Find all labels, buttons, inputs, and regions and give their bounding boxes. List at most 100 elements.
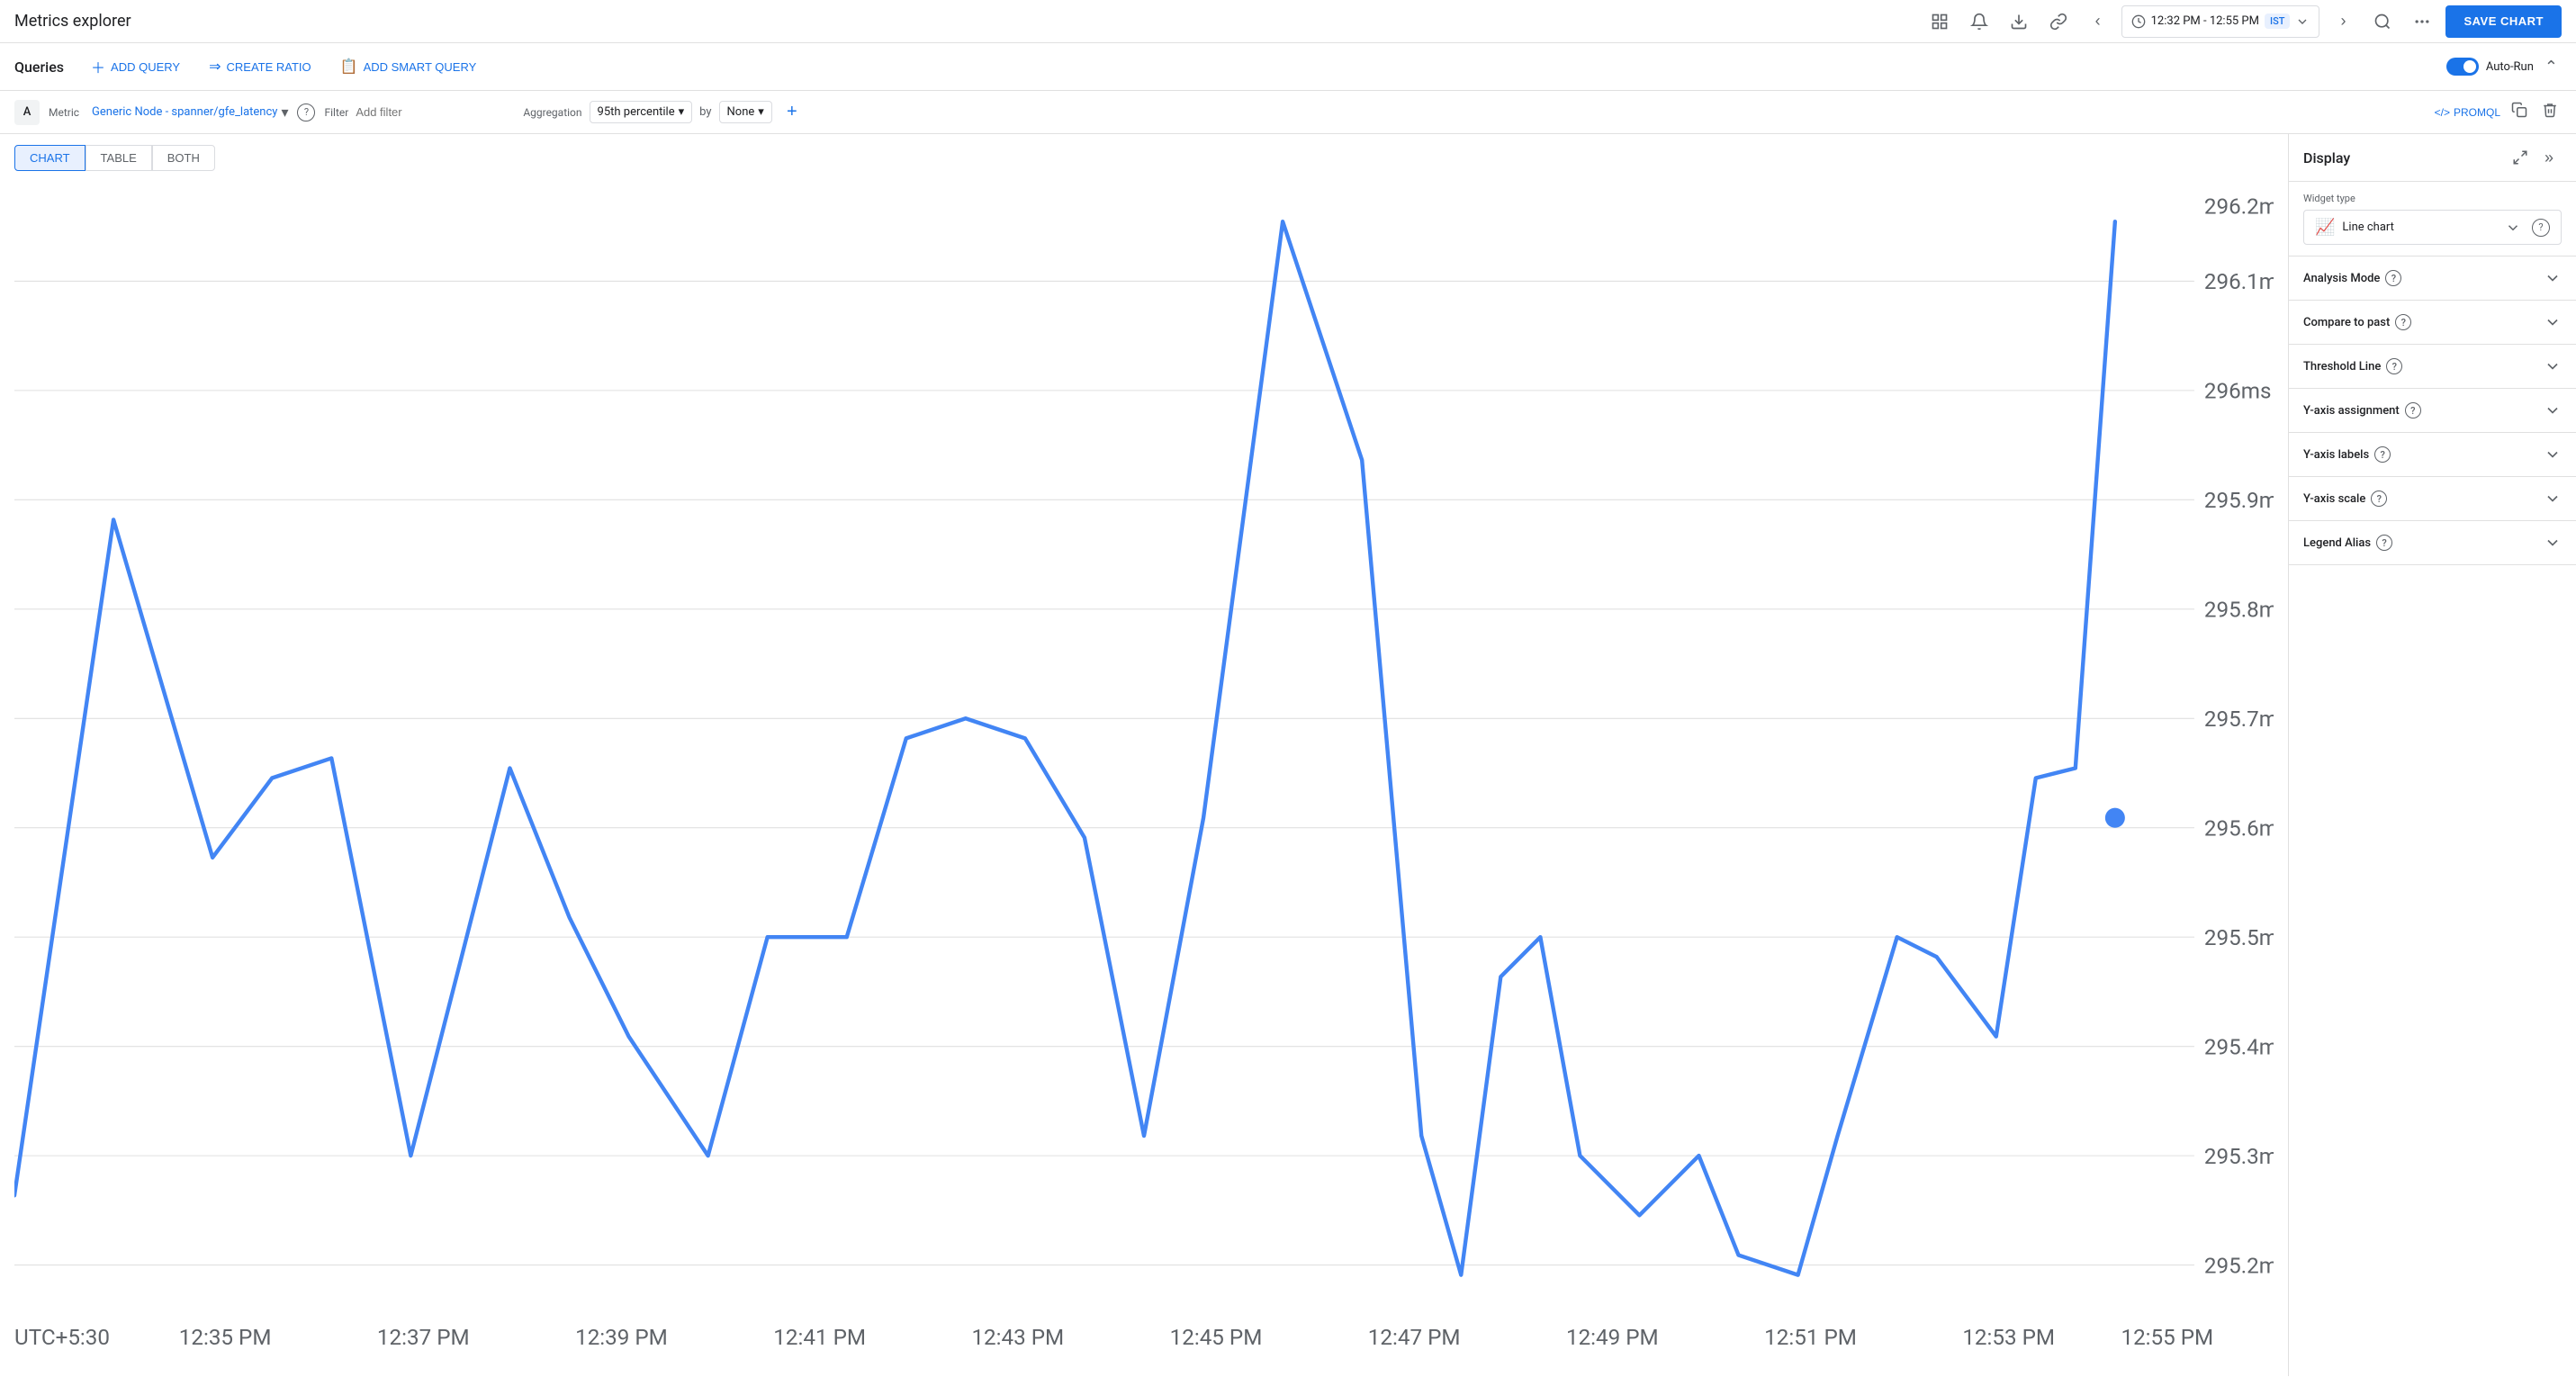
- next-btn[interactable]: ›: [2327, 5, 2359, 38]
- save-chart-button[interactable]: SAVE CHART: [2445, 5, 2562, 38]
- aggregation-section: Aggregation 95th percentile ▾ by None ▾ …: [523, 100, 805, 125]
- smart-query-icon: 📋: [340, 58, 358, 76]
- y-axis-assignment-help-icon[interactable]: ?: [2405, 402, 2421, 418]
- queries-bar: Queries ＋ ADD QUERY ⇒ CREATE RATIO 📋 ADD…: [0, 43, 2576, 91]
- group-by-selector[interactable]: None ▾: [719, 101, 772, 123]
- filter-label: Filter: [324, 106, 348, 119]
- widget-type-help-icon[interactable]: ?: [2532, 219, 2550, 237]
- svg-text:295.9ms: 295.9ms: [2204, 488, 2274, 513]
- time-range-selector[interactable]: 12:32 PM - 12:55 PM IST: [2121, 5, 2320, 38]
- display-panel: Display » Widget type 📈 Line chart ? Ana…: [2288, 134, 2576, 1376]
- metric-help-icon[interactable]: ?: [297, 104, 315, 122]
- accordion-threshold-line: Threshold Line ?: [2289, 345, 2576, 389]
- svg-text:295.4ms: 295.4ms: [2204, 1034, 2274, 1059]
- filter-input[interactable]: [356, 105, 514, 119]
- add-aggregation-button[interactable]: +: [779, 100, 805, 125]
- chart-legend: gfe_latency: [14, 1374, 2274, 1376]
- query-letter: A: [14, 100, 40, 125]
- y-axis-labels-help-icon[interactable]: ?: [2374, 446, 2391, 463]
- accordion-analysis-mode-header[interactable]: Analysis Mode ?: [2289, 256, 2576, 300]
- accordion-y-axis-assignment-title: Y-axis assignment ?: [2303, 402, 2544, 418]
- accordion-y-axis-labels-header[interactable]: Y-axis labels ?: [2289, 433, 2576, 476]
- add-smart-query-button[interactable]: 📋 ADD SMART QUERY: [331, 52, 486, 81]
- widget-type-section: Widget type 📈 Line chart ?: [2289, 182, 2576, 256]
- svg-text:295.7ms: 295.7ms: [2204, 706, 2274, 732]
- tab-both[interactable]: BOTH: [152, 145, 215, 171]
- tab-table[interactable]: TABLE: [86, 145, 152, 171]
- widget-type-selector[interactable]: 📈 Line chart ?: [2303, 210, 2562, 245]
- compare-to-past-help-icon[interactable]: ?: [2395, 314, 2411, 330]
- delete-query-button[interactable]: [2538, 98, 2562, 126]
- accordion-legend-alias-header[interactable]: Legend Alias ?: [2289, 521, 2576, 564]
- add-icon: ＋: [91, 56, 105, 77]
- svg-text:296.2ms: 296.2ms: [2204, 194, 2274, 219]
- aggregation-selector[interactable]: 95th percentile ▾: [590, 101, 693, 123]
- svg-text:12:41 PM: 12:41 PM: [773, 1325, 866, 1350]
- accordion-analysis-mode: Analysis Mode ?: [2289, 256, 2576, 301]
- chart-wrapper: 295.2ms 295.3ms 295.4ms 295.5ms 295.6ms …: [14, 182, 2274, 1374]
- accordion-y-axis-scale-header[interactable]: Y-axis scale ?: [2289, 477, 2576, 520]
- accordion-y-axis-labels-title: Y-axis labels ?: [2303, 446, 2544, 463]
- group-by-chevron-icon: ▾: [758, 105, 764, 119]
- svg-text:12:37 PM: 12:37 PM: [377, 1325, 470, 1350]
- header-icons: ‹ 12:32 PM - 12:55 PM IST › SAVE CHART: [1923, 5, 2562, 38]
- notification-icon-btn[interactable]: [1963, 5, 1995, 38]
- app-header: Metrics explorer ‹ 12:32 PM - 12:55 PM I…: [0, 0, 2576, 43]
- accordion-legend-alias-title: Legend Alias ?: [2303, 535, 2544, 551]
- svg-text:12:35 PM: 12:35 PM: [179, 1325, 272, 1350]
- accordion-y-axis-assignment-header[interactable]: Y-axis assignment ?: [2289, 389, 2576, 432]
- by-label: by: [699, 105, 711, 119]
- accordion-y-axis-scale-title: Y-axis scale ?: [2303, 490, 2544, 507]
- prev-btn[interactable]: ‹: [2082, 5, 2114, 38]
- svg-text:12:55 PM: 12:55 PM: [2121, 1325, 2213, 1350]
- svg-text:12:51 PM: 12:51 PM: [1764, 1325, 1857, 1350]
- accordion-compare-to-past: Compare to past ?: [2289, 301, 2576, 345]
- create-ratio-button[interactable]: ⇒ CREATE RATIO: [200, 52, 320, 81]
- filter-section: Filter: [324, 105, 514, 119]
- svg-text:12:49 PM: 12:49 PM: [1566, 1325, 1659, 1350]
- threshold-line-chevron-icon: [2544, 357, 2562, 375]
- display-expand-icon[interactable]: [2508, 145, 2533, 170]
- group-by-value: None: [727, 105, 755, 119]
- svg-text:12:47 PM: 12:47 PM: [1368, 1325, 1461, 1350]
- aggregation-value: 95th percentile: [598, 105, 675, 119]
- accordion-compare-to-past-title: Compare to past ?: [2303, 314, 2544, 330]
- app-title: Metrics explorer: [14, 12, 1913, 31]
- svg-text:295.3ms: 295.3ms: [2204, 1144, 2274, 1169]
- more-options-btn[interactable]: [2406, 5, 2438, 38]
- display-title: Display: [2303, 149, 2350, 166]
- display-collapse-icon[interactable]: »: [2536, 145, 2562, 170]
- link-icon-btn[interactable]: [2042, 5, 2075, 38]
- compare-to-past-chevron-icon: [2544, 313, 2562, 331]
- dashboard-icon-btn[interactable]: [1923, 5, 1956, 38]
- analysis-mode-help-icon[interactable]: ?: [2385, 270, 2401, 286]
- svg-text:296.1ms: 296.1ms: [2204, 269, 2274, 294]
- search-btn[interactable]: [2366, 5, 2399, 38]
- tab-chart[interactable]: CHART: [14, 145, 86, 171]
- accordion-y-axis-assignment: Y-axis assignment ?: [2289, 389, 2576, 433]
- line-chart-icon: 📈: [2315, 218, 2335, 237]
- main-area: CHART TABLE BOTH 295.2ms 295.3ms: [0, 134, 2576, 1376]
- collapse-button[interactable]: ⌃: [2541, 54, 2562, 80]
- promql-brackets-icon: </>: [2435, 106, 2450, 119]
- accordion-compare-to-past-header[interactable]: Compare to past ?: [2289, 301, 2576, 344]
- auto-run-toggle[interactable]: [2446, 58, 2479, 76]
- download-icon-btn[interactable]: [2003, 5, 2035, 38]
- y-axis-scale-chevron-icon: [2544, 490, 2562, 508]
- threshold-line-help-icon[interactable]: ?: [2386, 358, 2402, 374]
- ratio-icon: ⇒: [209, 58, 221, 76]
- metric-value: Generic Node - spanner/gfe_latency: [92, 105, 277, 119]
- widget-type-label: Widget type: [2303, 193, 2562, 204]
- accordion-threshold-line-header[interactable]: Threshold Line ?: [2289, 345, 2576, 388]
- promql-button[interactable]: </> PROMQL: [2435, 106, 2500, 119]
- svg-text:295.6ms: 295.6ms: [2204, 816, 2274, 842]
- metric-selector[interactable]: Generic Node - spanner/gfe_latency ▾: [92, 104, 288, 121]
- svg-text:12:45 PM: 12:45 PM: [1170, 1325, 1263, 1350]
- copy-query-button[interactable]: [2508, 98, 2531, 126]
- widget-type-value: Line chart: [2342, 220, 2498, 234]
- y-axis-scale-help-icon[interactable]: ?: [2371, 490, 2387, 507]
- add-query-button[interactable]: ＋ ADD QUERY: [82, 50, 189, 83]
- y-axis-labels-chevron-icon: [2544, 446, 2562, 464]
- accordion-threshold-line-title: Threshold Line ?: [2303, 358, 2544, 374]
- legend-alias-help-icon[interactable]: ?: [2376, 535, 2392, 551]
